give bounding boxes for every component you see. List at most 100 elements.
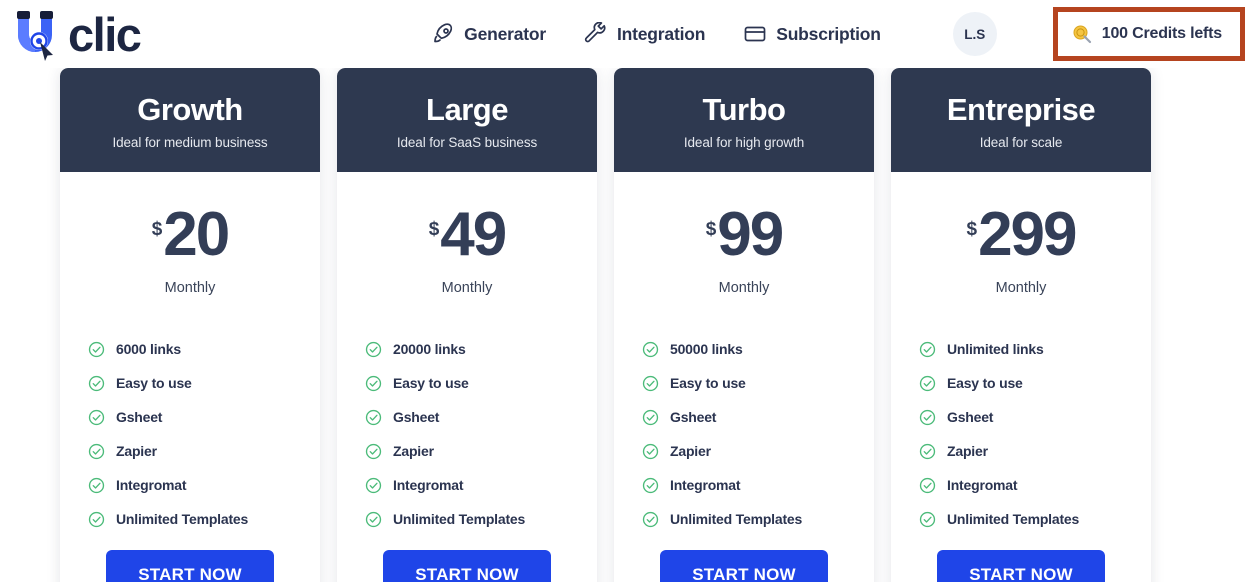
check-circle-icon — [365, 511, 382, 528]
start-now-button[interactable]: START NOW — [660, 549, 828, 582]
start-now-button[interactable]: START NOW — [383, 549, 551, 582]
cta-wrap: START NOW — [891, 549, 1151, 582]
feature-label: Unlimited Templates — [947, 511, 1080, 528]
check-circle-icon — [919, 341, 936, 358]
check-circle-icon — [919, 375, 936, 392]
avatar-initials: L.S — [964, 26, 986, 42]
price-currency: $ — [428, 218, 440, 240]
feature-list: 50000 links Easy to use Gsheet Zapier In… — [614, 341, 874, 528]
check-circle-icon — [642, 375, 659, 392]
price-amount: 299 — [978, 199, 1077, 269]
plan-tagline: Ideal for SaaS business — [396, 134, 538, 150]
list-item: Gsheet — [88, 409, 320, 426]
coin-magnifier-icon — [1072, 24, 1092, 44]
plan-price: $ 20 — [60, 203, 320, 265]
feature-label: 20000 links — [393, 341, 466, 358]
price-period: Monthly — [164, 279, 216, 296]
main-nav: Generator Integration Subscription L.S 1… — [431, 7, 1255, 61]
logo-text: clic — [68, 7, 142, 61]
rocket-icon — [431, 22, 455, 46]
card-header: Growth Ideal for medium business — [60, 68, 320, 172]
credits-label: 100 Credits lefts — [1101, 25, 1222, 42]
list-item: Gsheet — [365, 409, 597, 426]
feature-label: Easy to use — [393, 375, 469, 392]
check-circle-icon — [365, 409, 382, 426]
avatar[interactable]: L.S — [952, 12, 997, 56]
check-circle-icon — [365, 443, 382, 460]
feature-label: Unlimited Templates — [670, 511, 803, 528]
nav-item-subscription[interactable]: Subscription — [743, 22, 881, 46]
plan-name: Large — [426, 92, 508, 127]
feature-label: Zapier — [393, 443, 434, 460]
logo[interactable]: clic — [8, 0, 142, 68]
feature-label: Integromat — [116, 477, 187, 494]
feature-label: Easy to use — [670, 375, 746, 392]
plan-tagline: Ideal for high growth — [683, 134, 805, 150]
feature-label: Zapier — [947, 443, 988, 460]
nav-label-integration: Integration — [617, 23, 706, 44]
check-circle-icon — [642, 477, 659, 494]
plan-tagline: Ideal for scale — [979, 134, 1063, 150]
check-circle-icon — [919, 409, 936, 426]
feature-label: 50000 links — [670, 341, 743, 358]
start-now-button[interactable]: START NOW — [937, 549, 1105, 582]
credits-badge[interactable]: 100 Credits lefts — [1052, 7, 1245, 61]
check-circle-icon — [88, 341, 105, 358]
price-currency: $ — [151, 218, 163, 240]
app-header: clic Generator Integration Subscription … — [0, 0, 1255, 68]
check-circle-icon — [642, 443, 659, 460]
start-now-button[interactable]: START NOW — [106, 549, 274, 582]
plan-price: $ 49 — [337, 203, 597, 265]
nav-item-integration[interactable]: Integration — [584, 22, 705, 46]
feature-label: Integromat — [670, 477, 741, 494]
list-item: Integromat — [642, 477, 874, 494]
card-header: Entreprise Ideal for scale — [891, 68, 1151, 172]
price-period: Monthly — [995, 279, 1047, 296]
card-header: Turbo Ideal for high growth — [614, 68, 874, 172]
feature-label: Unlimited Templates — [393, 511, 526, 528]
price-currency: $ — [705, 218, 717, 240]
feature-label: Gsheet — [393, 409, 440, 426]
list-item: Easy to use — [919, 375, 1151, 392]
plan-price: $ 99 — [614, 199, 874, 269]
feature-label: 6000 links — [116, 341, 181, 358]
check-circle-icon — [365, 341, 382, 358]
list-item: Easy to use — [365, 375, 597, 392]
check-circle-icon — [88, 477, 105, 494]
plan-tagline: Ideal for medium business — [112, 134, 268, 150]
check-circle-icon — [88, 511, 105, 528]
price-period: Monthly — [718, 279, 770, 296]
feature-list: 6000 links Easy to use Gsheet Zapier Int… — [60, 341, 320, 528]
feature-label: Unlimited links — [947, 341, 1044, 358]
list-item: Integromat — [365, 477, 597, 494]
pricing-card-turbo: Turbo Ideal for high growth $ 99 Monthly… — [614, 68, 874, 582]
check-circle-icon — [88, 375, 105, 392]
list-item: 50000 links — [642, 341, 874, 358]
plan-name: Entreprise — [946, 92, 1096, 127]
list-item: Zapier — [365, 443, 597, 460]
nav-item-generator[interactable]: Generator — [431, 22, 546, 46]
price-currency: $ — [966, 218, 978, 240]
feature-list: 20000 links Easy to use Gsheet Zapier In… — [337, 341, 597, 528]
feature-label: Integromat — [947, 477, 1018, 494]
check-circle-icon — [642, 511, 659, 528]
feature-label: Zapier — [670, 443, 711, 460]
price-amount: 99 — [717, 199, 784, 269]
check-circle-icon — [919, 443, 936, 460]
list-item: Gsheet — [642, 409, 874, 426]
pricing-card-entreprise: Entreprise Ideal for scale $ 299 Monthly… — [891, 68, 1151, 582]
card-header: Large Ideal for SaaS business — [337, 68, 597, 172]
check-circle-icon — [88, 409, 105, 426]
feature-label: Easy to use — [116, 375, 192, 392]
magnet-cursor-logo-icon — [8, 3, 70, 65]
pricing-cards: Growth Ideal for medium business $ 20 Mo… — [0, 68, 1255, 582]
feature-label: Easy to use — [947, 375, 1023, 392]
check-circle-icon — [642, 341, 659, 358]
check-circle-icon — [919, 477, 936, 494]
feature-label: Gsheet — [670, 409, 717, 426]
pricing-card-large: Large Ideal for SaaS business $ 49 Month… — [337, 68, 597, 582]
list-item: Integromat — [919, 477, 1151, 494]
check-circle-icon — [365, 375, 382, 392]
check-circle-icon — [642, 409, 659, 426]
list-item: 20000 links — [365, 341, 597, 358]
